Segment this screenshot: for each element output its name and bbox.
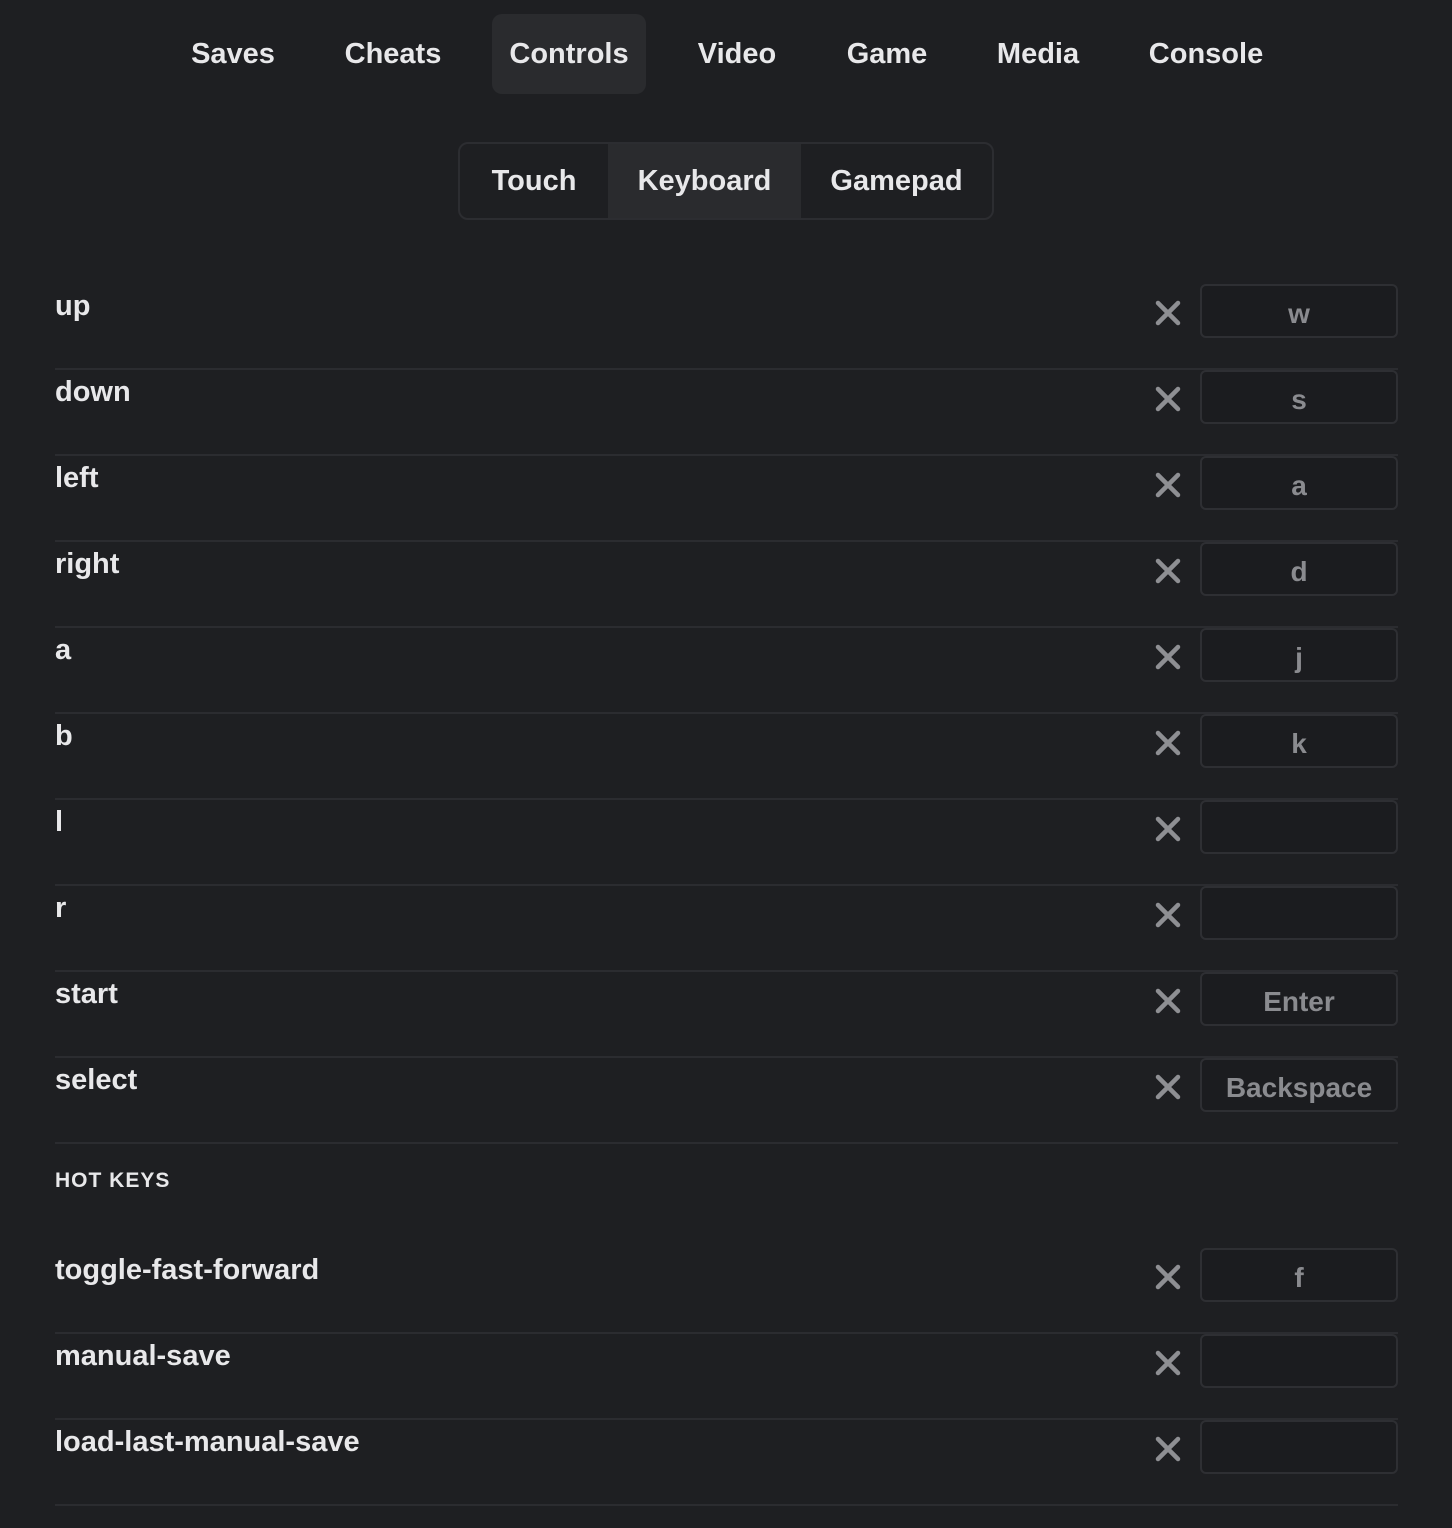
- binding-row-select: select Backspace: [55, 1058, 1398, 1144]
- close-icon[interactable]: [1153, 986, 1183, 1016]
- hotkeys-heading: HOT KEYS: [55, 1169, 171, 1192]
- close-icon[interactable]: [1153, 556, 1183, 586]
- key-input-manual-save[interactable]: [1200, 1334, 1398, 1388]
- binding-label: down: [55, 376, 131, 408]
- tab-cheats[interactable]: Cheats: [327, 14, 459, 94]
- key-input-a[interactable]: j: [1200, 628, 1398, 682]
- close-icon[interactable]: [1153, 728, 1183, 758]
- binding-label: up: [55, 290, 91, 322]
- close-icon[interactable]: [1153, 1434, 1183, 1464]
- top-tab-bar: Saves Cheats Controls Video Game Media C…: [0, 14, 1452, 94]
- hotkey-row-manual-save: manual-save: [55, 1334, 1398, 1420]
- key-input-toggle-fast-forward[interactable]: f: [1200, 1248, 1398, 1302]
- close-icon[interactable]: [1153, 1262, 1183, 1292]
- binding-row-a: a j: [55, 628, 1398, 714]
- close-icon[interactable]: [1153, 642, 1183, 672]
- binding-row-r: r: [55, 886, 1398, 972]
- tab-saves[interactable]: Saves: [175, 14, 291, 94]
- mode-keyboard[interactable]: Keyboard: [608, 144, 801, 218]
- key-input-start[interactable]: Enter: [1200, 972, 1398, 1026]
- close-icon[interactable]: [1153, 470, 1183, 500]
- binding-row-left: left a: [55, 456, 1398, 542]
- key-input-up[interactable]: w: [1200, 284, 1398, 338]
- key-input-down[interactable]: s: [1200, 370, 1398, 424]
- binding-row-up: up w: [55, 284, 1398, 370]
- binding-label: l: [55, 806, 64, 838]
- key-input-r[interactable]: [1200, 886, 1398, 940]
- hotkey-label: manual-save: [55, 1340, 231, 1372]
- tab-media[interactable]: Media: [979, 14, 1097, 94]
- mode-gamepad[interactable]: Gamepad: [801, 144, 992, 218]
- hotkey-row-load-last-manual-save: load-last-manual-save: [55, 1420, 1398, 1506]
- mode-touch[interactable]: Touch: [460, 144, 608, 218]
- binding-label: r: [55, 892, 67, 924]
- key-input-select[interactable]: Backspace: [1200, 1058, 1398, 1112]
- key-input-load-last-manual-save[interactable]: [1200, 1420, 1398, 1474]
- binding-label: b: [55, 720, 73, 752]
- binding-row-b: b k: [55, 714, 1398, 800]
- control-mode-selector: Touch Keyboard Gamepad: [458, 142, 994, 220]
- close-icon[interactable]: [1153, 900, 1183, 930]
- hotkey-label: toggle-fast-forward: [55, 1254, 320, 1286]
- key-input-l[interactable]: [1200, 800, 1398, 854]
- binding-label: a: [55, 634, 72, 666]
- binding-label: left: [55, 462, 99, 494]
- tab-game[interactable]: Game: [829, 14, 945, 94]
- tab-video[interactable]: Video: [680, 14, 794, 94]
- binding-label: select: [55, 1064, 138, 1096]
- close-icon[interactable]: [1153, 1072, 1183, 1102]
- key-input-left[interactable]: a: [1200, 456, 1398, 510]
- binding-label: start: [55, 978, 118, 1010]
- binding-label: right: [55, 548, 120, 580]
- close-icon[interactable]: [1153, 298, 1183, 328]
- tab-console[interactable]: Console: [1132, 14, 1280, 94]
- binding-row-down: down s: [55, 370, 1398, 456]
- key-input-right[interactable]: d: [1200, 542, 1398, 596]
- binding-row-right: right d: [55, 542, 1398, 628]
- close-icon[interactable]: [1153, 814, 1183, 844]
- close-icon[interactable]: [1153, 1348, 1183, 1378]
- close-icon[interactable]: [1153, 384, 1183, 414]
- key-input-b[interactable]: k: [1200, 714, 1398, 768]
- hotkey-label: load-last-manual-save: [55, 1426, 360, 1458]
- hotkey-row-toggle-fast-forward: toggle-fast-forward f: [55, 1248, 1398, 1334]
- binding-row-start: start Enter: [55, 972, 1398, 1058]
- binding-row-l: l: [55, 800, 1398, 886]
- tab-controls[interactable]: Controls: [492, 14, 646, 94]
